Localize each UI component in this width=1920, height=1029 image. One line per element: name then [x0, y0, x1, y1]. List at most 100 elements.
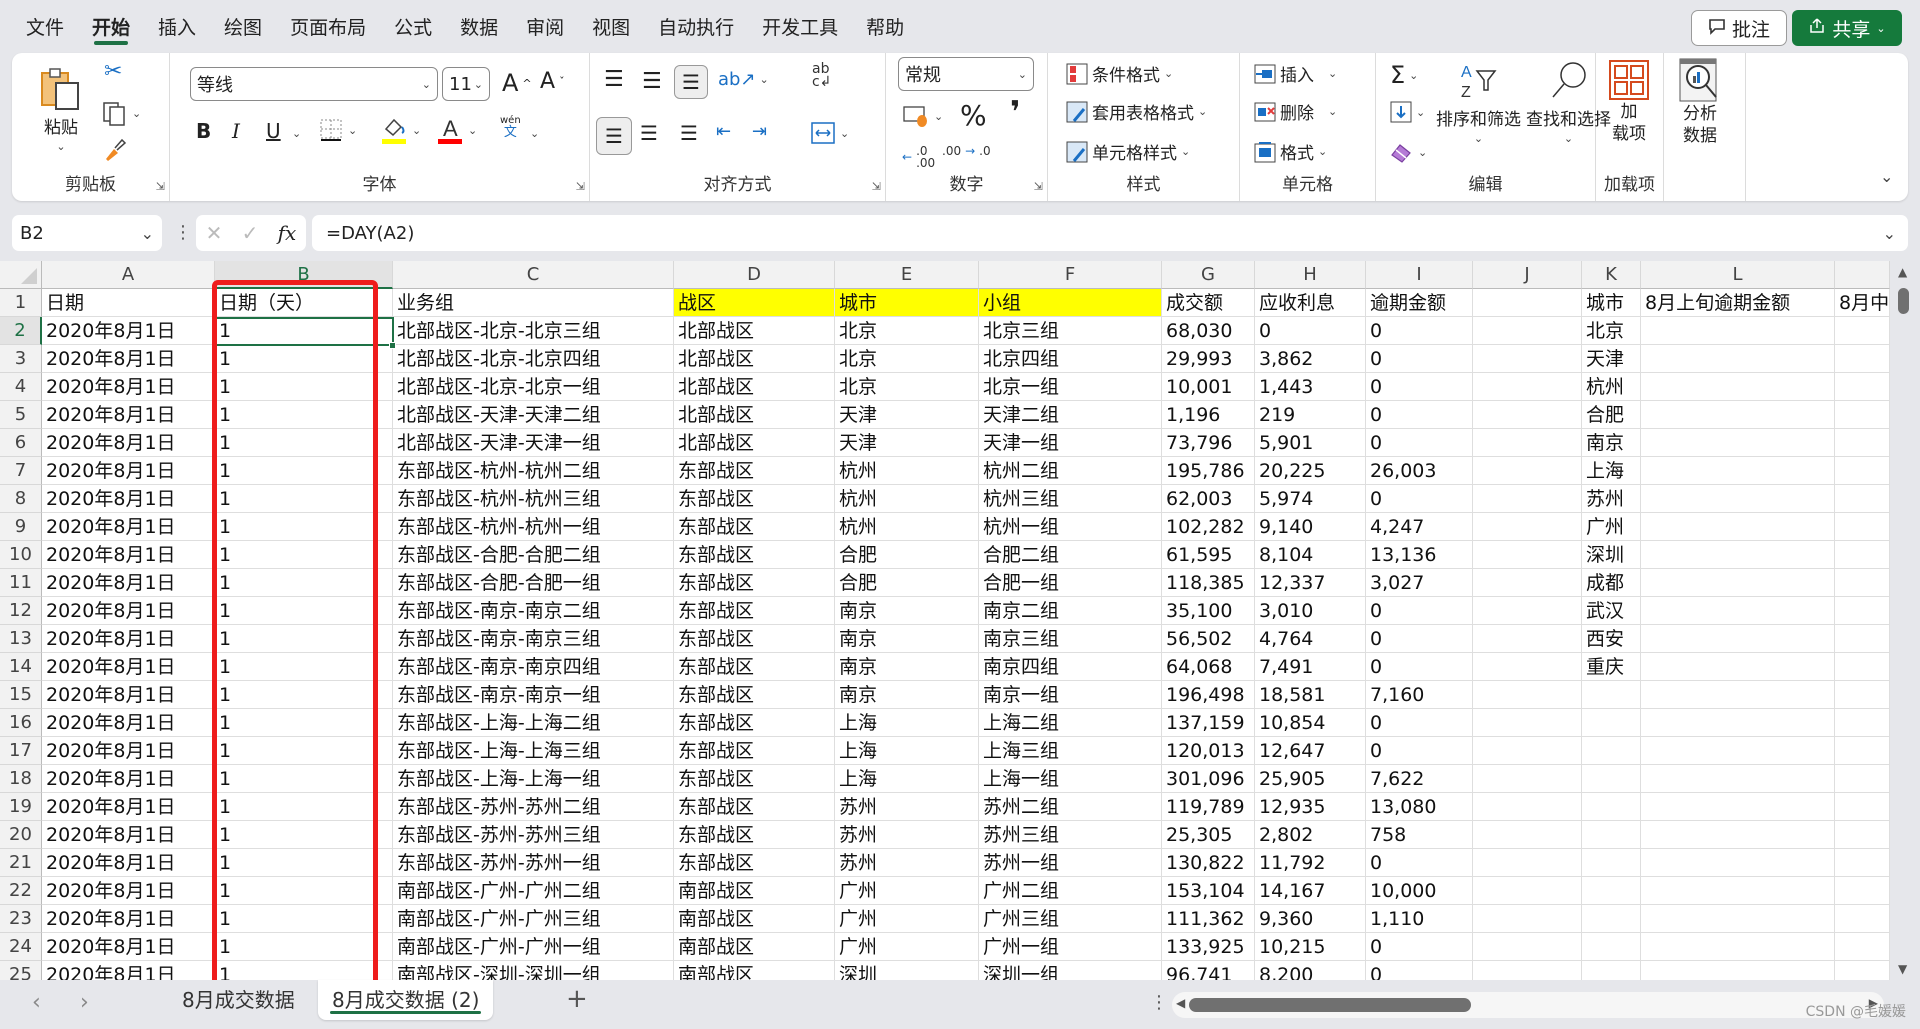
table-cell[interactable]: 0 — [1366, 849, 1473, 877]
table-cell[interactable]: 南京 — [835, 625, 979, 653]
table-cell[interactable]: 北部战区 — [674, 429, 835, 457]
share-button[interactable]: 共享 ⌄ — [1792, 10, 1902, 46]
table-cell[interactable]: 1 — [215, 485, 393, 513]
table-cell[interactable] — [1641, 401, 1835, 429]
table-cell[interactable]: 东部战区-南京-南京一组 — [393, 681, 674, 709]
table-cell[interactable]: 南京 — [835, 597, 979, 625]
row-header[interactable]: 7 — [0, 457, 42, 485]
table-cell[interactable]: 1,443 — [1255, 373, 1366, 401]
table-cell[interactable]: 2020年8月1日 — [42, 877, 215, 905]
menu-tab[interactable]: 审阅 — [514, 0, 576, 52]
table-cell[interactable]: 73,796 — [1162, 429, 1255, 457]
table-cell[interactable]: 1 — [215, 457, 393, 485]
table-cell[interactable]: 1 — [215, 765, 393, 793]
chevron-down-icon[interactable]: ⌄ — [468, 124, 477, 137]
table-cell[interactable]: 3,010 — [1255, 597, 1366, 625]
table-cell[interactable]: 153,104 — [1162, 877, 1255, 905]
table-cell[interactable]: 东部战区 — [674, 569, 835, 597]
paste-button[interactable]: 粘贴 ⌄ — [38, 65, 84, 153]
table-cell[interactable] — [1835, 429, 1890, 457]
column-header[interactable]: I — [1366, 261, 1473, 289]
table-cell[interactable] — [1835, 653, 1890, 681]
menu-tab[interactable]: 视图 — [580, 0, 642, 52]
table-cell[interactable]: 南京 — [835, 681, 979, 709]
table-cell[interactable] — [1835, 345, 1890, 373]
row-header[interactable]: 3 — [0, 345, 42, 373]
scroll-down-icon[interactable]: ▼ — [1898, 962, 1907, 976]
table-cell[interactable]: 1 — [215, 401, 393, 429]
cancel-icon[interactable]: ✕ — [206, 221, 223, 245]
table-cell[interactable]: 61,595 — [1162, 541, 1255, 569]
column-header[interactable]: B — [215, 261, 393, 289]
header-cell[interactable]: 业务组 — [393, 289, 674, 317]
table-cell[interactable] — [1641, 849, 1835, 877]
table-cell[interactable]: 133,925 — [1162, 933, 1255, 961]
table-cell[interactable]: 12,337 — [1255, 569, 1366, 597]
header-cell[interactable] — [1473, 289, 1582, 317]
addins-button[interactable]: 加 载项 — [1608, 59, 1650, 145]
table-cell[interactable]: 杭州 — [835, 457, 979, 485]
table-cell[interactable]: 62,003 — [1162, 485, 1255, 513]
table-cell[interactable]: 苏州 — [835, 849, 979, 877]
table-cell[interactable]: 2020年8月1日 — [42, 933, 215, 961]
table-cell[interactable]: 东部战区 — [674, 597, 835, 625]
column-header[interactable]: K — [1582, 261, 1641, 289]
table-cell[interactable]: 南部战区 — [674, 877, 835, 905]
table-cell[interactable]: 东部战区-合肥-合肥一组 — [393, 569, 674, 597]
table-cell[interactable]: 北部战区 — [674, 373, 835, 401]
table-cell[interactable]: 北部战区 — [674, 317, 835, 345]
table-cell[interactable]: 南部战区-广州-广州三组 — [393, 905, 674, 933]
table-cell[interactable] — [1641, 765, 1835, 793]
table-cell[interactable] — [1835, 849, 1890, 877]
underline-button[interactable]: U — [266, 119, 281, 143]
table-cell[interactable]: 0 — [1255, 317, 1366, 345]
font-color-button[interactable]: A ⌄ — [436, 115, 477, 145]
table-cell[interactable]: 东部战区 — [674, 821, 835, 849]
insert-cells-button[interactable]: 插入 ⌄ — [1254, 61, 1337, 86]
scroll-up-icon[interactable]: ▲ — [1898, 265, 1907, 279]
row-header[interactable]: 9 — [0, 513, 42, 541]
table-cell[interactable]: 东部战区-苏州-苏州二组 — [393, 793, 674, 821]
table-cell[interactable]: 天津 — [835, 429, 979, 457]
table-cell[interactable]: 广州一组 — [979, 933, 1162, 961]
table-cell[interactable] — [1641, 541, 1835, 569]
table-cell[interactable]: 合肥一组 — [979, 569, 1162, 597]
table-cell[interactable]: 7,622 — [1366, 765, 1473, 793]
table-cell[interactable] — [1835, 317, 1890, 345]
table-cell[interactable]: 南京 — [1582, 429, 1641, 457]
table-cell[interactable]: 2020年8月1日 — [42, 569, 215, 597]
vertical-scrollbar[interactable]: ▲ ▼ — [1890, 261, 1920, 980]
table-cell[interactable]: 东部战区 — [674, 849, 835, 877]
table-cell[interactable]: 2020年8月1日 — [42, 513, 215, 541]
table-cell[interactable]: 2020年8月1日 — [42, 653, 215, 681]
table-cell[interactable]: 北部战区-北京-北京四组 — [393, 345, 674, 373]
table-cell[interactable] — [1835, 933, 1890, 961]
table-cell[interactable]: 2020年8月1日 — [42, 541, 215, 569]
table-cell[interactable] — [1473, 597, 1582, 625]
table-cell[interactable] — [1473, 905, 1582, 933]
table-cell[interactable] — [1582, 765, 1641, 793]
table-cell[interactable] — [1641, 877, 1835, 905]
autosum-button[interactable]: Σ⌄ — [1390, 61, 1418, 89]
table-cell[interactable]: 13,080 — [1366, 793, 1473, 821]
prev-sheet-icon[interactable]: ‹ — [32, 990, 41, 1015]
table-cell[interactable] — [1835, 905, 1890, 933]
dialog-launcher-icon[interactable]: ⇲ — [156, 180, 165, 193]
header-cell[interactable]: 小组 — [979, 289, 1162, 317]
menu-tab[interactable]: 开始 — [80, 0, 142, 52]
table-cell[interactable]: 广州 — [835, 877, 979, 905]
horizontal-scrollbar[interactable]: ◀ ▶ — [1172, 992, 1884, 1018]
table-cell[interactable]: 南部战区 — [674, 961, 835, 980]
table-cell[interactable]: 196,498 — [1162, 681, 1255, 709]
table-cell[interactable]: 5,901 — [1255, 429, 1366, 457]
table-cell[interactable] — [1835, 737, 1890, 765]
table-cell[interactable]: 1,196 — [1162, 401, 1255, 429]
table-cell[interactable] — [1641, 373, 1835, 401]
table-cell[interactable]: 119,789 — [1162, 793, 1255, 821]
header-cell[interactable]: 日期 — [42, 289, 215, 317]
table-cell[interactable]: 29,993 — [1162, 345, 1255, 373]
table-cell[interactable]: 26,003 — [1366, 457, 1473, 485]
table-cell[interactable]: 东部战区 — [674, 485, 835, 513]
fill-color-button[interactable]: ⌄ — [380, 115, 421, 145]
table-cell[interactable]: 天津一组 — [979, 429, 1162, 457]
